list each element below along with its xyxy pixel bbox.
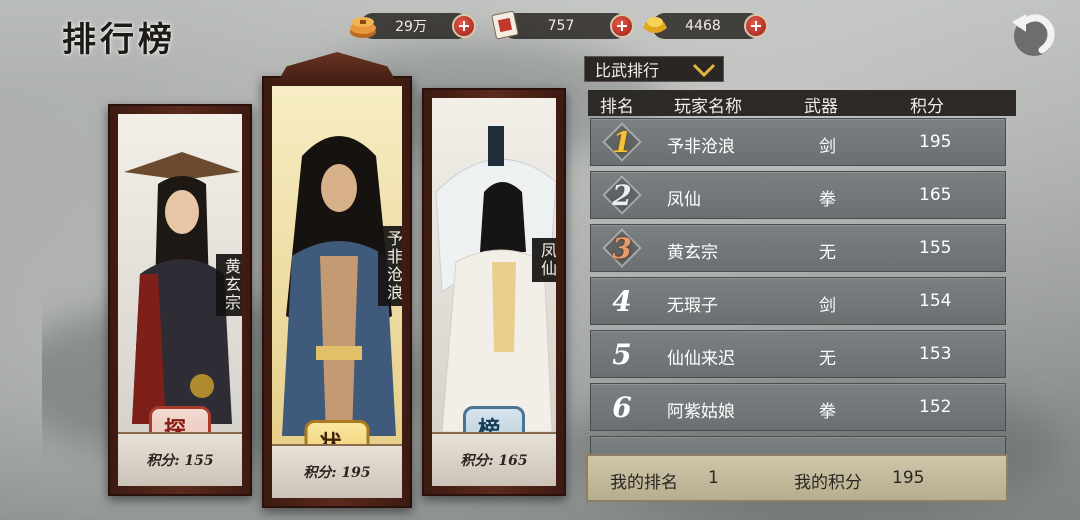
ticket-icon <box>491 10 519 40</box>
table-row[interactable]: 2 凤仙 拳 165 <box>590 171 1006 219</box>
my-rank-value: 1 <box>708 468 719 488</box>
rank-badge: 4 <box>612 284 632 318</box>
second-score: 积分: 165 <box>432 432 556 486</box>
weapon: 拳 <box>819 402 836 422</box>
currency-tokens: 757 <box>491 10 634 40</box>
score: 152 <box>919 397 952 417</box>
gold-ingot-icon <box>643 17 667 33</box>
podium-third[interactable]: 黄玄宗 探花 积分: 155 <box>108 104 252 496</box>
add-tokens-button[interactable] <box>610 14 634 38</box>
column-weapon: 武器 <box>804 97 838 117</box>
table-row[interactable]: 5 仙仙来迟 无 153 <box>590 330 1006 378</box>
my-score-label: 我的积分 <box>794 473 862 493</box>
weapon: 拳 <box>819 190 836 210</box>
player-name: 无瑕子 <box>667 296 718 316</box>
third-score: 积分: 155 <box>118 432 242 486</box>
currency-coins: 29万 <box>350 13 476 39</box>
player-name: 仙仙来迟 <box>667 349 735 369</box>
third-player-name: 黄玄宗 <box>216 254 242 316</box>
player-name: 黄玄宗 <box>667 243 718 263</box>
column-score: 积分 <box>910 97 944 117</box>
second-player-name: 凤仙 <box>532 238 556 282</box>
column-rank: 排名 <box>600 97 634 117</box>
podium-first[interactable]: 予非沧浪 状元 积分: 195 <box>262 52 412 508</box>
player-name: 阿紫姑娘 <box>667 402 735 422</box>
score: 165 <box>919 185 952 205</box>
table-row[interactable]: 4 无瑕子 剑 154 <box>590 277 1006 325</box>
score: 154 <box>919 291 952 311</box>
weapon: 剑 <box>819 296 836 316</box>
back-arrow-icon[interactable] <box>1000 2 1064 58</box>
my-rank-label: 我的排名 <box>610 473 678 493</box>
my-score-value: 195 <box>892 468 925 488</box>
rank-badge: 1 <box>602 122 642 162</box>
rank-badge: 3 <box>602 228 642 268</box>
first-score: 积分: 195 <box>272 444 402 498</box>
table-row[interactable]: 6 阿紫姑娘 拳 152 <box>590 383 1006 431</box>
third-portrait-panel: 黄玄宗 探花 积分: 155 <box>118 114 242 486</box>
add-coins-button[interactable] <box>452 14 476 38</box>
first-player-name: 予非沧浪 <box>378 226 402 306</box>
add-gold-button[interactable] <box>744 14 768 38</box>
column-player-name: 玩家名称 <box>674 97 742 117</box>
player-name: 予非沧浪 <box>667 137 735 157</box>
page-title: 排行榜 <box>62 20 176 60</box>
weapon: 无 <box>819 243 836 263</box>
weapon: 无 <box>819 349 836 369</box>
ranking-type-dropdown[interactable]: 比武排行 <box>584 56 724 82</box>
second-portrait-panel: 凤仙 榜眼 积分: 165 <box>432 98 556 486</box>
ranking-type-label: 比武排行 <box>595 61 660 80</box>
first-portrait-panel: 予非沧浪 状元 积分: 195 <box>272 86 402 498</box>
podium-second[interactable]: 凤仙 榜眼 积分: 165 <box>422 88 566 496</box>
player-name: 凤仙 <box>667 190 701 210</box>
score: 195 <box>919 132 952 152</box>
score: 155 <box>919 238 952 258</box>
rank-badge: 5 <box>612 337 632 371</box>
rank-badge: 6 <box>612 390 632 424</box>
table-row[interactable]: 3 黄玄宗 无 155 <box>590 224 1006 272</box>
score: 153 <box>919 344 952 364</box>
weapon: 剑 <box>819 137 836 157</box>
chevron-down-icon <box>691 61 717 79</box>
coin-stack-icon <box>350 17 376 38</box>
table-row[interactable]: 1 予非沧浪 剑 195 <box>590 118 1006 166</box>
currency-gold: 4468 <box>643 13 768 39</box>
rank-badge: 2 <box>602 175 642 215</box>
ranking-list[interactable]: 1 予非沧浪 剑 195 2 凤仙 拳 165 3 黄玄宗 无 155 4 无瑕… <box>588 118 1008 458</box>
ranking-table: 排名 玩家名称 武器 积分 1 予非沧浪 剑 195 2 凤仙 拳 165 3 … <box>588 90 1016 510</box>
my-rank-bar: 我的排名 1 我的积分 195 <box>586 454 1008 502</box>
table-header: 排名 玩家名称 武器 积分 <box>588 90 1016 117</box>
